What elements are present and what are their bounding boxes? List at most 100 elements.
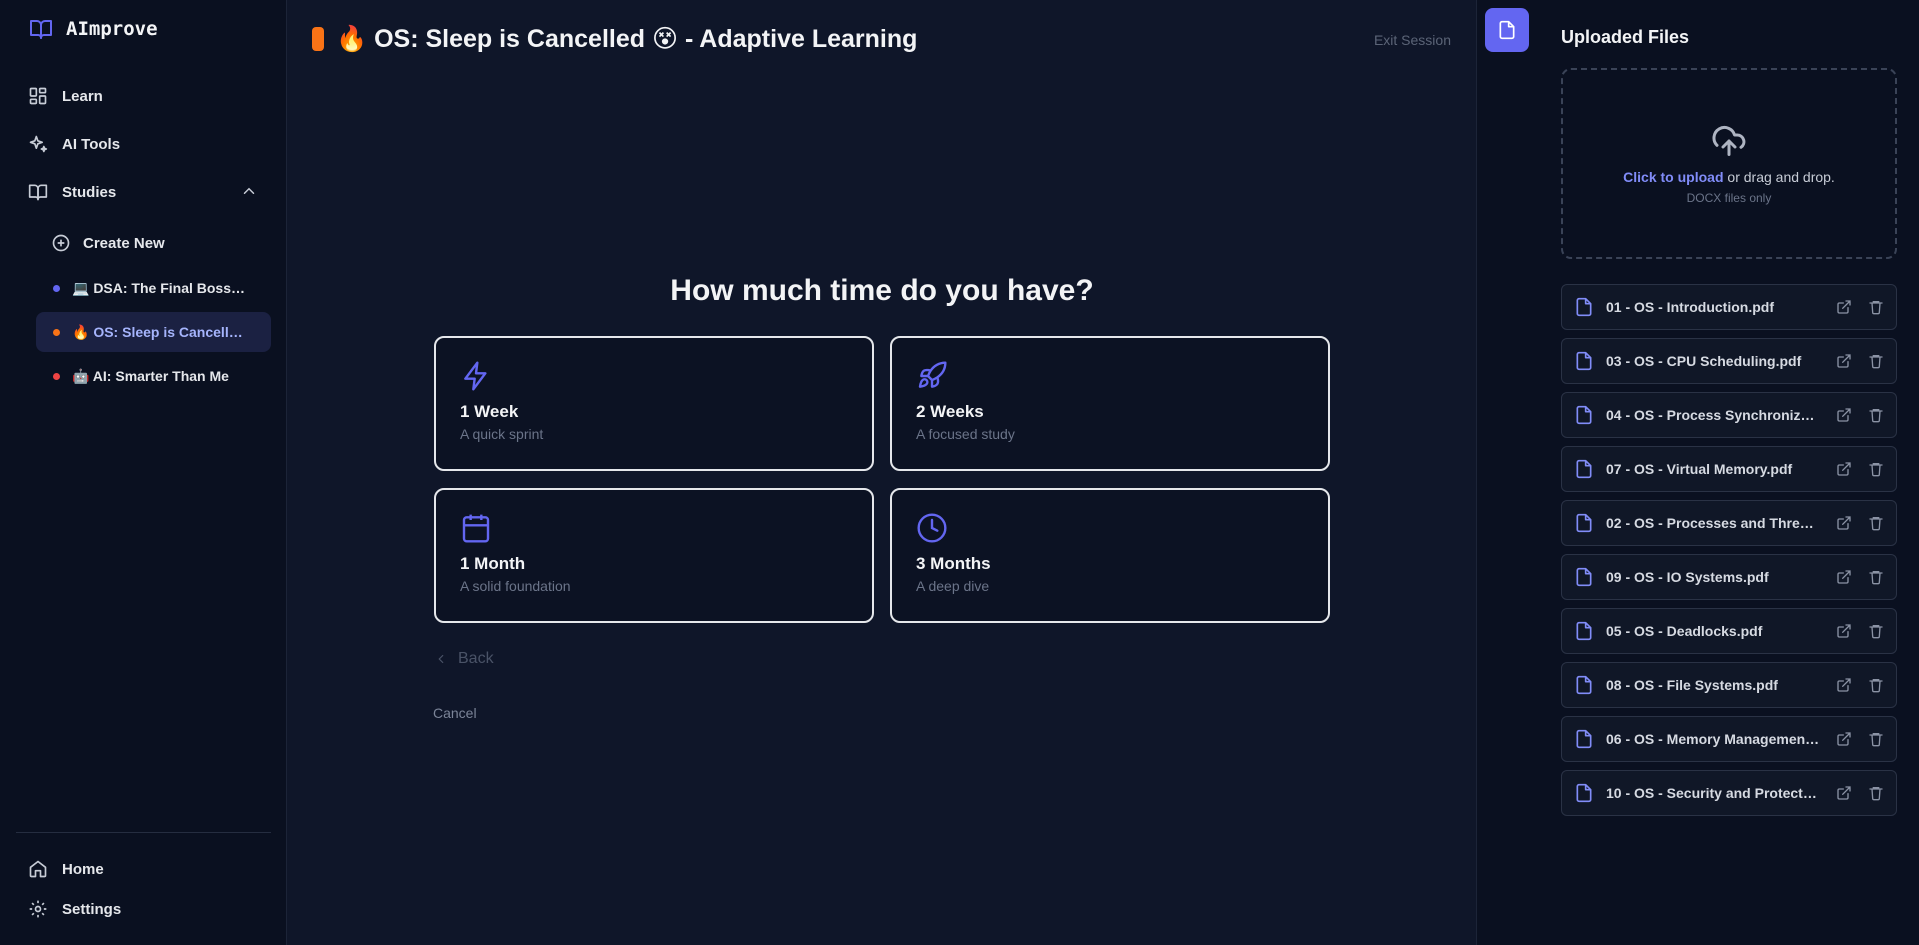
sidebar-divider (16, 832, 271, 833)
file-name: 09 - OS - IO Systems.pdf (1606, 569, 1769, 585)
option-1-week[interactable]: 1 Week A quick sprint (434, 336, 874, 471)
zap-icon (464, 361, 487, 391)
trash-icon[interactable] (1868, 677, 1884, 693)
option-subtitle: A deep dive (916, 578, 990, 594)
nav-settings[interactable]: Settings (28, 899, 121, 919)
cancel-button[interactable]: Cancel (433, 705, 477, 721)
cloud-upload-icon (1712, 125, 1746, 156)
upload-hint: DOCX files only (1686, 190, 1772, 205)
settings-icon (29, 900, 47, 918)
external-link-icon[interactable] (1836, 407, 1852, 423)
book-logo-icon (30, 20, 52, 39)
external-link-icon[interactable] (1836, 353, 1852, 369)
trash-icon[interactable] (1868, 731, 1884, 747)
file-row[interactable]: 05 - OS - Deadlocks.pdf (1561, 608, 1897, 654)
external-link-icon[interactable] (1836, 731, 1852, 747)
file-row[interactable]: 10 - OS - Security and Protection.pdf (1561, 770, 1897, 816)
file-row[interactable]: 09 - OS - IO Systems.pdf (1561, 554, 1897, 600)
file-name: 07 - OS - Virtual Memory.pdf (1606, 461, 1793, 477)
nav-home[interactable]: Home (28, 859, 104, 879)
external-link-icon[interactable] (1836, 515, 1852, 531)
option-title: 2 Weeks (916, 402, 984, 421)
upload-instructions-rest: or drag and drop. (1723, 168, 1835, 185)
back-button[interactable]: Back (434, 650, 494, 668)
file-icon (1576, 675, 1592, 695)
file-icon (1499, 20, 1515, 40)
file-name: 08 - OS - File Systems.pdf (1606, 677, 1778, 693)
trash-icon[interactable] (1868, 623, 1884, 639)
file-name: 05 - OS - Deadlocks.pdf (1606, 623, 1763, 639)
trash-icon[interactable] (1868, 515, 1884, 531)
trash-icon[interactable] (1868, 407, 1884, 423)
option-2-weeks[interactable]: 2 Weeks A focused study (890, 336, 1330, 471)
nav-home-label: Home (62, 860, 104, 878)
file-icon (1576, 621, 1592, 641)
file-icon (1576, 513, 1592, 533)
file-name: 06 - OS - Memory Management.pdf (1606, 731, 1820, 747)
file-row[interactable]: 07 - OS - Virtual Memory.pdf (1561, 446, 1897, 492)
file-name: 10 - OS - Security and Protection.pdf (1606, 785, 1820, 801)
file-row[interactable]: 02 - OS - Processes and Threads.pdf (1561, 500, 1897, 546)
files-tab-button[interactable] (1485, 8, 1529, 52)
file-icon (1576, 783, 1592, 803)
option-title: 1 Week (460, 402, 519, 421)
file-row[interactable]: 01 - OS - Introduction.pdf (1561, 284, 1897, 330)
study-item-dsa[interactable]: 💻 DSA: The Final Boss 👾 (36, 268, 271, 308)
layout-grid-icon (29, 87, 47, 105)
external-link-icon[interactable] (1836, 785, 1852, 801)
trash-icon[interactable] (1868, 785, 1884, 801)
chevron-left-icon (438, 654, 444, 664)
file-row[interactable]: 08 - OS - File Systems.pdf (1561, 662, 1897, 708)
study-label: 💻 DSA: The Final Boss 👾 (72, 279, 248, 296)
trash-icon[interactable] (1868, 569, 1884, 585)
file-icon (1576, 729, 1592, 749)
file-row[interactable]: 03 - OS - CPU Scheduling.pdf (1561, 338, 1897, 384)
file-name: 04 - OS - Process Synchronization.pdf (1606, 407, 1820, 423)
option-title: 3 Months (916, 554, 991, 573)
study-dot (53, 284, 60, 292)
study-label: 🤖 AI: Smarter Than Me (72, 367, 229, 384)
option-3-months[interactable]: 3 Months A deep dive (890, 488, 1330, 623)
upload-dropzone[interactable]: Click to upload or drag and drop. DOCX f… (1561, 68, 1897, 259)
create-new-study-button[interactable]: Create New (51, 233, 165, 253)
files-panel: Uploaded Files Click to upload or drag a… (1476, 0, 1919, 945)
study-color-marker (312, 27, 324, 51)
study-label: 🔥 OS: Sleep is Cancelled 😵 (72, 323, 248, 340)
app-name: AImprove (66, 18, 158, 40)
create-new-label: Create New (83, 234, 165, 252)
option-1-month[interactable]: 1 Month A solid foundation (434, 488, 874, 623)
chevron-up-icon[interactable] (240, 182, 258, 200)
clock-icon (917, 513, 947, 543)
page-title: 🔥 OS: Sleep is Cancelled 😵 - Adaptive Le… (336, 25, 918, 53)
click-to-upload-link[interactable]: Click to upload (1623, 169, 1723, 185)
nav-learn[interactable]: Learn (28, 86, 103, 106)
back-label: Back (458, 650, 494, 667)
sparkles-icon (29, 135, 48, 153)
sidebar: AImprove Learn AI Tools Studies Create N… (0, 0, 287, 945)
trash-icon[interactable] (1868, 461, 1884, 477)
external-link-icon[interactable] (1836, 461, 1852, 477)
file-icon (1576, 459, 1592, 479)
nav-ai-tools-label: AI Tools (62, 135, 121, 153)
nav-studies[interactable]: Studies (28, 182, 116, 202)
nav-ai-tools[interactable]: AI Tools (28, 134, 120, 154)
brand[interactable]: AImprove (28, 17, 158, 41)
study-item-os[interactable]: 🔥 OS: Sleep is Cancelled 😵 (36, 312, 271, 352)
study-item-ai[interactable]: 🤖 AI: Smarter Than Me (36, 356, 271, 396)
trash-icon[interactable] (1868, 353, 1884, 369)
files-panel-title: Uploaded Files (1561, 27, 1690, 47)
file-icon (1576, 567, 1592, 587)
file-row[interactable]: 04 - OS - Process Synchronization.pdf (1561, 392, 1897, 438)
external-link-icon[interactable] (1836, 623, 1852, 639)
home-icon (29, 860, 47, 878)
external-link-icon[interactable] (1836, 569, 1852, 585)
file-row[interactable]: 06 - OS - Memory Management.pdf (1561, 716, 1897, 762)
external-link-icon[interactable] (1836, 299, 1852, 315)
exit-session-button[interactable]: Exit Session (1374, 32, 1451, 48)
study-dot (53, 372, 60, 380)
trash-icon[interactable] (1868, 299, 1884, 315)
external-link-icon[interactable] (1836, 677, 1852, 693)
option-subtitle: A solid foundation (460, 578, 571, 594)
file-name: 01 - OS - Introduction.pdf (1606, 299, 1774, 315)
main-content: 🔥 OS: Sleep is Cancelled 😵 - Adaptive Le… (288, 0, 1476, 945)
